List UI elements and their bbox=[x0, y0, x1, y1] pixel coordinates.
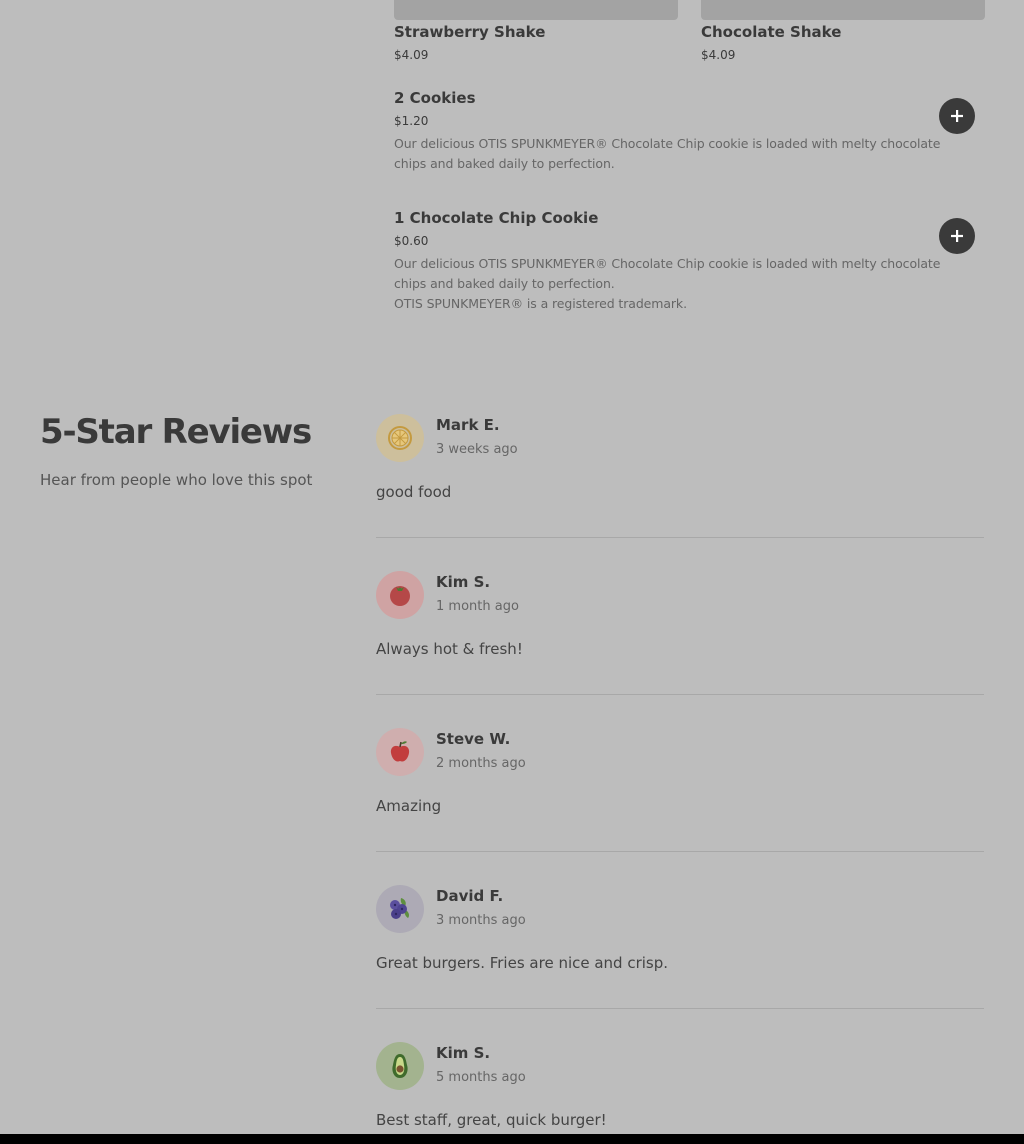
menu-item-2-cookies[interactable]: 2 Cookies $1.20 Our delicious OTIS SPUNK… bbox=[394, 89, 984, 174]
tomato-icon bbox=[390, 586, 410, 606]
avatar bbox=[376, 885, 424, 933]
bottom-bar bbox=[0, 1134, 1024, 1144]
divider bbox=[376, 694, 984, 695]
item-name: Chocolate Shake bbox=[701, 23, 842, 41]
review-date: 5 months ago bbox=[436, 1070, 526, 1085]
menu-card-strawberry-shake[interactable]: Strawberry Shake $4.09 bbox=[394, 0, 678, 62]
review-text: Always hot & fresh! bbox=[376, 640, 523, 658]
divider bbox=[376, 851, 984, 852]
avatar bbox=[376, 571, 424, 619]
item-price: $1.20 bbox=[394, 114, 429, 128]
reviews-subtitle: Hear from people who love this spot bbox=[40, 471, 313, 489]
item-description: Our delicious OTIS SPUNKMEYER® Chocolate… bbox=[394, 256, 941, 291]
store-page: Strawberry Shake $4.09 Chocolate Shake $… bbox=[0, 0, 1024, 1134]
item-price: $4.09 bbox=[701, 48, 736, 62]
item-price: $4.09 bbox=[394, 48, 429, 62]
reviewer-name: Kim S. bbox=[436, 1044, 491, 1062]
blueberry-icon bbox=[390, 898, 409, 919]
review-date: 3 months ago bbox=[436, 913, 526, 928]
menu-card-chocolate-shake[interactable]: Chocolate Shake $4.09 bbox=[701, 0, 985, 62]
review-card: Kim S. 1 month ago Always hot & fresh! bbox=[376, 571, 984, 728]
avocado-icon bbox=[392, 1054, 408, 1078]
lemon-icon bbox=[388, 426, 412, 450]
review-date: 1 month ago bbox=[436, 599, 519, 614]
divider bbox=[376, 537, 984, 538]
item-name: 2 Cookies bbox=[394, 89, 476, 107]
shake-image bbox=[701, 0, 985, 20]
review-card: Mark E. 3 weeks ago good food bbox=[376, 414, 984, 571]
review-date: 2 months ago bbox=[436, 756, 526, 771]
avatar bbox=[376, 414, 424, 462]
menu-item-1-chocolate-chip-cookie[interactable]: 1 Chocolate Chip Cookie $0.60 Our delici… bbox=[394, 209, 984, 314]
review-text: good food bbox=[376, 483, 452, 501]
review-text: Amazing bbox=[376, 797, 442, 815]
apple-icon bbox=[390, 741, 410, 762]
reviewer-name: Kim S. bbox=[436, 573, 491, 591]
review-text: Best staff, great, quick burger! bbox=[376, 1111, 607, 1129]
item-name: Strawberry Shake bbox=[394, 23, 546, 41]
avatar bbox=[376, 728, 424, 776]
reviewer-name: Mark E. bbox=[436, 416, 500, 434]
plus-icon bbox=[951, 110, 963, 122]
review-date: 3 weeks ago bbox=[436, 442, 518, 457]
add-to-cart-button[interactable] bbox=[939, 98, 975, 134]
plus-icon bbox=[951, 230, 963, 242]
shake-image bbox=[394, 0, 678, 20]
item-trademark-note: OTIS SPUNKMEYER® is a registered tradema… bbox=[394, 296, 687, 311]
item-name: 1 Chocolate Chip Cookie bbox=[394, 209, 599, 227]
add-to-cart-button[interactable] bbox=[939, 218, 975, 254]
review-card: Kim S. 5 months ago Best staff, great, q… bbox=[376, 1042, 984, 1134]
review-card: David F. 3 months ago Great burgers. Fri… bbox=[376, 885, 984, 1042]
reviewer-name: Steve W. bbox=[436, 730, 511, 748]
divider bbox=[376, 1008, 984, 1009]
reviewer-name: David F. bbox=[436, 887, 504, 905]
review-card: Steve W. 2 months ago Amazing bbox=[376, 728, 984, 885]
avatar bbox=[376, 1042, 424, 1090]
item-description: Our delicious OTIS SPUNKMEYER® Chocolate… bbox=[394, 136, 941, 171]
review-text: Great burgers. Fries are nice and crisp. bbox=[376, 954, 669, 972]
item-price: $0.60 bbox=[394, 234, 429, 248]
reviews-title: 5-Star Reviews bbox=[40, 412, 312, 452]
